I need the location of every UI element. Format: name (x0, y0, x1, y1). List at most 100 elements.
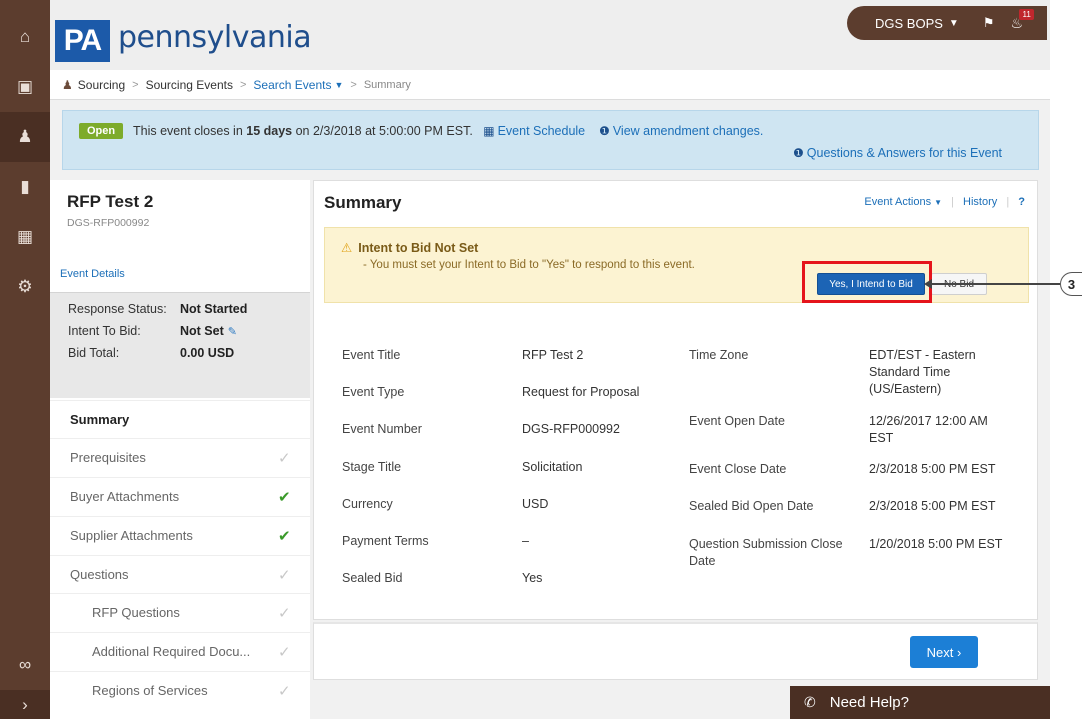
divider: | (1006, 196, 1010, 208)
bell-icon[interactable]: ♨ 11 (1010, 8, 1034, 32)
warning-title-wrap: ⚠ Intent to Bid Not Set (341, 240, 478, 255)
callout-arrow-icon (924, 279, 932, 289)
field-label: Payment Terms (342, 534, 429, 548)
page-title: Summary (324, 193, 402, 212)
amendment-link[interactable]: View amendment changes. (613, 124, 764, 138)
check-icon: ✓ (278, 682, 291, 700)
nav-label: Supplier Attachments (70, 528, 193, 543)
sourcing-icon[interactable]: ♟ (0, 112, 50, 162)
history-link[interactable]: History (963, 196, 997, 208)
binoculars-icon[interactable]: ∞ (0, 640, 50, 690)
field-label: Event Open Date (689, 414, 785, 428)
event-schedule-link[interactable]: Event Schedule (498, 124, 586, 138)
warning-icon: ⚠ (341, 241, 353, 255)
building-icon[interactable]: ▦ (0, 212, 50, 262)
crumb-sourcing[interactable]: Sourcing (78, 78, 125, 92)
user-menu[interactable]: DGS BOPS (875, 16, 943, 31)
callout-line (926, 283, 1060, 285)
caret-down-icon[interactable]: ▼ (334, 80, 343, 90)
check-icon: ✔ (278, 527, 291, 545)
status-badge: Open (79, 123, 124, 139)
nav-label: Buyer Attachments (70, 489, 180, 504)
field-label: Sealed Bid Open Date (689, 499, 814, 513)
flag-icon[interactable]: ⚑ (983, 15, 995, 31)
intent-row: Intent To Bid: Not Set ✎ (68, 324, 237, 338)
field-label: Time Zone (689, 348, 749, 362)
info-icon: ❶ (793, 146, 804, 160)
qa-link[interactable]: Questions & Answers for this Event (807, 146, 1002, 160)
warning-message: - You must set your Intent to Bid to "Ye… (363, 259, 695, 271)
nav-item-buyer-attachments[interactable]: Buyer Attachments ✔ (50, 477, 310, 515)
banner-text-before: This event closes in (133, 124, 247, 138)
check-icon: ✓ (278, 604, 291, 622)
chevron-right-icon: > (132, 78, 139, 91)
nav-label: Summary (70, 412, 130, 427)
home-icon[interactable]: ⌂ (0, 12, 50, 62)
sourcing-icon: ♟ (62, 77, 73, 92)
nav-item-rfp-questions[interactable]: RFP Questions ✓ (50, 593, 310, 631)
event-title: RFP Test 2 (67, 192, 154, 211)
crumb-search-events[interactable]: Search Events (253, 78, 331, 92)
pencil-icon[interactable]: ✎ (228, 326, 237, 338)
field-label: Stage Title (342, 460, 402, 474)
calendar-icon: ▦ (483, 124, 495, 138)
breadcrumb: ♟ Sourcing > Sourcing Events > Search Ev… (50, 70, 1050, 100)
summary-actions: Event Actions ▼ | History | ? (864, 196, 1025, 208)
nav-item-questions[interactable]: Questions ✓ (50, 555, 310, 593)
event-details-link[interactable]: Event Details (60, 268, 125, 280)
need-help-bar[interactable]: ✆ Need Help? (790, 686, 1050, 719)
qa-link-wrap: ❶ Questions & Answers for this Event (793, 146, 1002, 160)
gear-icon[interactable]: ⚙ (0, 262, 50, 312)
nav-item-regions[interactable]: Regions of Services ✓ (50, 671, 310, 709)
logo-name: pennsylvania (118, 20, 312, 55)
caret-down-icon[interactable]: ▼ (949, 18, 959, 29)
help-link[interactable]: ? (1018, 196, 1025, 208)
banner-text-after: on 2/3/2018 at 5:00:00 PM EST. (292, 124, 473, 138)
field-label: Question Submission Close Date (689, 537, 843, 568)
intent-value: Not Set (180, 324, 224, 338)
crumb-sourcing-events[interactable]: Sourcing Events (146, 78, 233, 92)
nav-label: Additional Required Docu... (92, 644, 251, 659)
nav-label: Questions (70, 567, 129, 582)
chart-icon[interactable]: ▮ (0, 162, 50, 212)
event-banner: Open This event closes in 15 days on 2/3… (62, 110, 1039, 170)
field-value: 12/26/2017 12:00 AM EST (869, 414, 988, 445)
logo-abbr: PA (55, 20, 110, 62)
next-button[interactable]: Next › (910, 636, 978, 668)
warning-title: Intent to Bid Not Set (358, 241, 479, 255)
response-status-value: Not Started (180, 302, 248, 316)
bid-total-value: 0.00 USD (180, 346, 235, 360)
nav-item-prerequisites[interactable]: Prerequisites ✓ (50, 438, 310, 476)
nav-item-summary[interactable]: Summary (50, 400, 310, 438)
event-actions-menu[interactable]: Event Actions (864, 196, 931, 208)
callout-number: 3 (1060, 272, 1082, 296)
chevron-right-icon: > (350, 78, 357, 91)
bid-total-row: Bid Total: 0.00 USD (68, 346, 234, 360)
event-side-panel: RFP Test 2 DGS-RFP000992 Event Details R… (50, 180, 310, 719)
highlight-box (802, 261, 932, 303)
nav-item-supplier-attachments[interactable]: Supplier Attachments ✔ (50, 516, 310, 554)
book-icon[interactable]: ▣ (0, 62, 50, 112)
field-label: Currency (342, 497, 393, 511)
field-label: Sealed Bid (342, 571, 403, 585)
caret-down-icon[interactable]: ▼ (934, 198, 942, 207)
field-label: Event Number (342, 422, 422, 436)
expand-icon[interactable]: › (0, 690, 50, 719)
field-value: Solicitation (522, 460, 583, 474)
bid-total-label: Bid Total: (68, 346, 120, 360)
nav-label: RFP Questions (92, 605, 180, 620)
intent-label: Intent To Bid: (68, 324, 141, 338)
event-id: DGS-RFP000992 (67, 217, 150, 229)
field-value: 2/3/2018 5:00 PM EST (869, 499, 996, 513)
field-value: DGS-RFP000992 (522, 422, 620, 436)
check-icon: ✓ (278, 643, 291, 661)
field-label: Event Title (342, 348, 401, 362)
divider: | (951, 196, 954, 208)
notification-badge: 11 (1019, 8, 1034, 20)
field-value: EDT/EST - Eastern Standard Time (US/East… (869, 348, 976, 396)
field-value: Yes (522, 571, 543, 585)
field-label: Event Type (342, 385, 405, 399)
nav-item-additional-docs[interactable]: Additional Required Docu... ✓ (50, 632, 310, 670)
check-icon: ✓ (278, 449, 291, 467)
field-label: Event Close Date (689, 462, 787, 476)
